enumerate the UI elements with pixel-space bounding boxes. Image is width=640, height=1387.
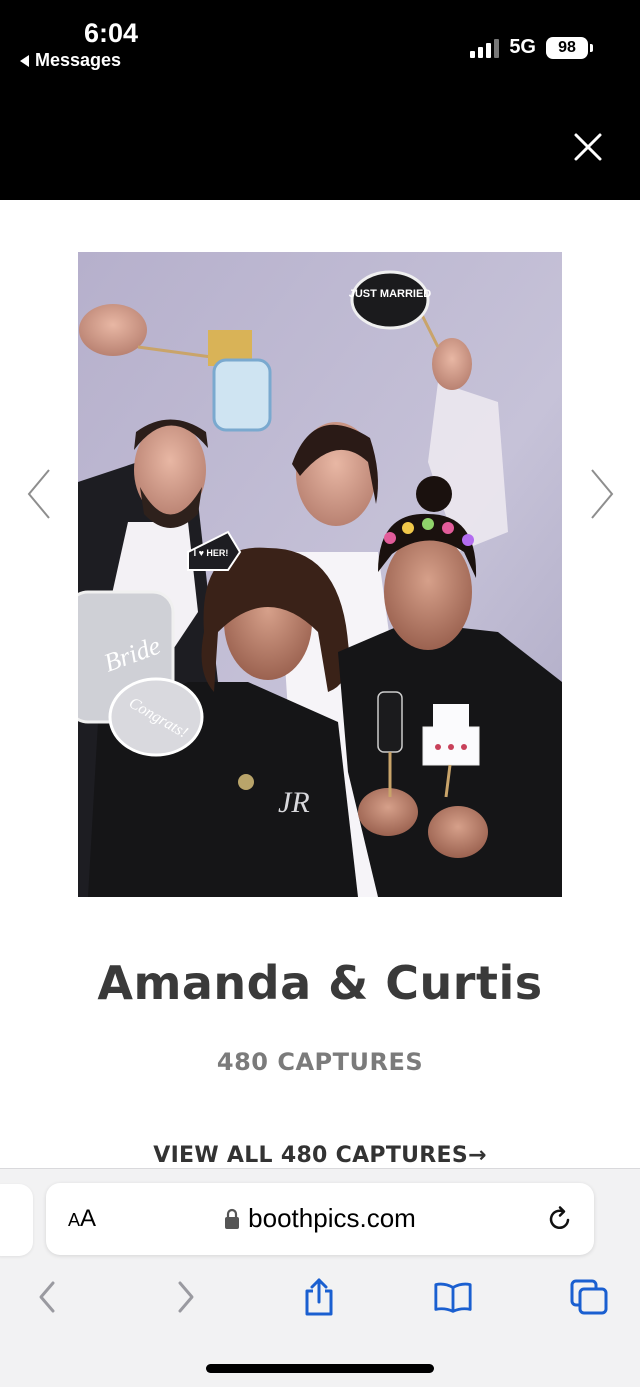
forward-button[interactable]	[166, 1277, 206, 1317]
share-button[interactable]	[299, 1277, 339, 1317]
browser-toolbar: AA boothpics.com	[0, 1168, 640, 1387]
bookmarks-icon	[434, 1282, 472, 1313]
back-to-messages[interactable]: Messages	[20, 50, 121, 71]
url-text: boothpics.com	[248, 1203, 416, 1233]
back-icon	[39, 1281, 55, 1313]
photo-booth-image[interactable]: JUST MARRIED I ♥ HER! Bride Congrats! JR	[78, 252, 562, 897]
prop-arrow-text: I ♥ HER!	[194, 548, 229, 558]
close-icon[interactable]	[572, 131, 604, 163]
arrow-right-icon: →	[468, 1143, 487, 1168]
battery-level: 98	[558, 38, 576, 56]
shirt-logo-text: JR	[278, 786, 310, 819]
lock-icon	[225, 1208, 240, 1229]
gallery-title: Amanda & Curtis	[97, 956, 543, 1010]
reload-icon[interactable]	[546, 1205, 574, 1233]
home-indicator[interactable]	[206, 1364, 434, 1373]
view-all-label: VIEW ALL 480 CAPTURES	[153, 1143, 469, 1168]
next-photo-icon[interactable]	[586, 466, 616, 522]
forward-icon	[178, 1281, 194, 1313]
bookmarks-button[interactable]	[433, 1277, 473, 1317]
status-time: 6:04	[84, 18, 139, 48]
view-all-captures-link[interactable]: VIEW ALL 480 CAPTURES→	[0, 1143, 640, 1168]
back-button[interactable]	[27, 1277, 67, 1317]
previous-tab-preview[interactable]	[0, 1184, 33, 1256]
back-triangle-icon	[20, 54, 29, 67]
signal-icon	[470, 38, 500, 58]
previous-photo-icon[interactable]	[25, 466, 55, 522]
network-label: 5G	[509, 36, 536, 58]
battery-icon: 98	[546, 36, 593, 59]
photo-illustration: JUST MARRIED I ♥ HER! Bride Congrats! JR	[78, 252, 562, 897]
address-bar[interactable]: AA boothpics.com	[46, 1183, 594, 1255]
capture-count: 480 CAPTURES	[216, 1048, 424, 1076]
url-display[interactable]: boothpics.com	[46, 1203, 594, 1234]
tabs-icon	[570, 1279, 608, 1315]
share-icon	[305, 1278, 333, 1316]
back-label: Messages	[35, 50, 122, 70]
status-indicators: 5G 98	[470, 36, 593, 59]
prop-sign-text: JUST MARRIED	[349, 288, 432, 300]
tabs-button[interactable]	[569, 1277, 609, 1317]
